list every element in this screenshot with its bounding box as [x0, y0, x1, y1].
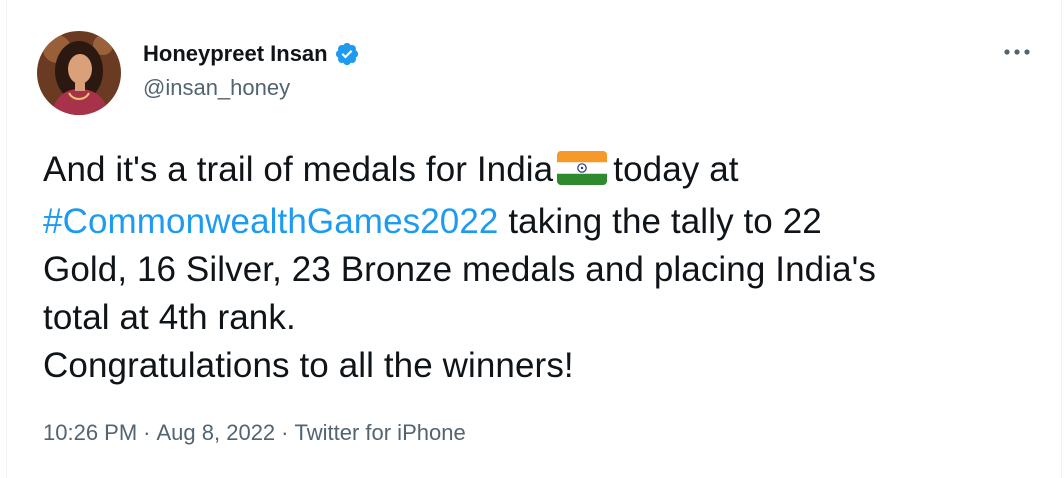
more-dots-icon [1004, 49, 1030, 55]
tweet-text-segment: taking the tally to 22 [498, 202, 822, 241]
tweet-metadata: 10:26 PM · Aug 8, 2022 · Twitter for iPhone [43, 420, 466, 446]
profile-photo-icon [37, 31, 121, 115]
tweet-line-4: total at 4th rank. [43, 298, 296, 337]
hashtag-link[interactable]: #CommonwealthGames2022 [43, 202, 499, 241]
tweet-text: And it's a trail of medals for India toda… [43, 146, 1033, 390]
tweet-source-link[interactable]: Twitter for iPhone [295, 420, 466, 445]
meta-separator: · [143, 420, 151, 445]
author-handle[interactable]: @insan_honey [143, 75, 290, 101]
tweet-card: Honeypreet Insan @insan_honey And it's a… [6, 0, 1062, 478]
tweet-line-3: Gold, 16 Silver, 23 Bronze medals and pl… [43, 250, 877, 289]
tweet-line-5: Congratulations to all the winners! [43, 346, 574, 385]
avatar[interactable] [37, 31, 121, 115]
india-flag-icon [557, 150, 608, 198]
tweet-text-segment: And it's a trail of medals for India [43, 150, 554, 189]
author-display-name[interactable]: Honeypreet Insan [143, 41, 328, 67]
tweet-line-2: #CommonwealthGames2022 taking the tally … [43, 198, 1033, 246]
author-name-row: Honeypreet Insan [143, 38, 360, 70]
more-options-button[interactable] [995, 36, 1039, 68]
tweet-time-link[interactable]: 10:26 PM [43, 420, 137, 445]
meta-separator: · [281, 420, 289, 445]
verified-badge-icon [334, 41, 360, 67]
tweet-date-link[interactable]: Aug 8, 2022 [157, 420, 276, 445]
tweet-line-1: And it's a trail of medals for India toda… [43, 146, 1033, 198]
tweet-text-segment: today at [613, 150, 739, 189]
